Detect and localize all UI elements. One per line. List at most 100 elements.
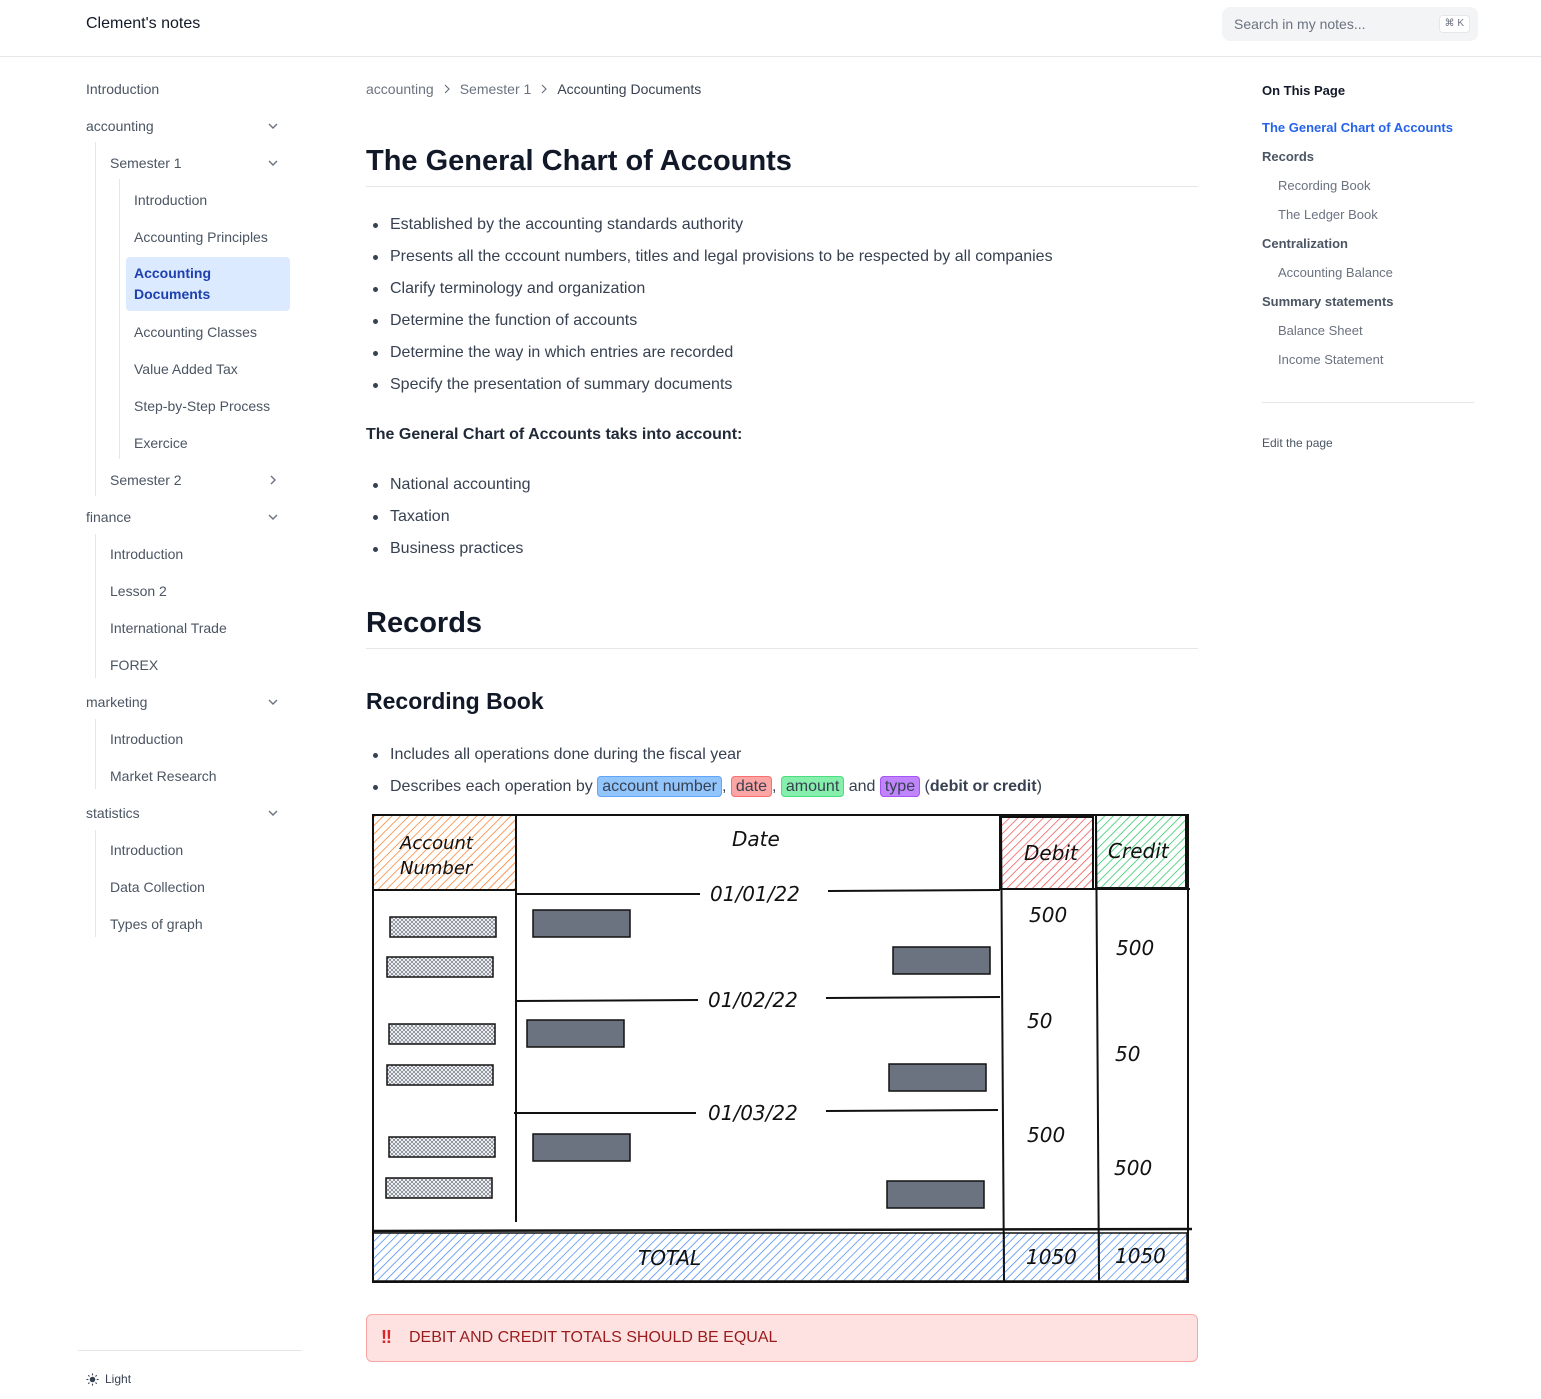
sidebar-item-accounting-documents[interactable]: Accounting Documents [126, 257, 290, 311]
sketch-debit-1: 500 [1029, 903, 1067, 927]
sun-icon [86, 1372, 99, 1386]
sidebar-item-introduction[interactable]: Introduction [86, 79, 159, 100]
text-segment: Describes each operation by [390, 778, 598, 795]
sidebar-item-data-collection[interactable]: Data Collection [110, 877, 205, 898]
sidebar-item-acc-introduction[interactable]: Introduction [134, 190, 207, 211]
list-item: Determine the function of accounts [366, 305, 1053, 337]
sketch-debit-2: 50 [1027, 1009, 1052, 1033]
toc-link-summary-statements[interactable]: Summary statements [1262, 293, 1394, 311]
warning-text: DEBIT AND CREDIT TOTALS SHOULD BE EQUAL [409, 1329, 778, 1346]
list-item: Taxation [366, 501, 531, 533]
list-item: Determine the way in which entries are r… [366, 337, 1053, 369]
sidebar-item-label: Accounting Documents [134, 265, 211, 302]
sidebar-item-accounting-principles[interactable]: Accounting Principles [134, 227, 268, 248]
toc-link-records[interactable]: Records [1262, 148, 1314, 166]
sidebar-item-types-of-graph[interactable]: Types of graph [110, 914, 203, 935]
sidebar-item-step-by-step[interactable]: Step-by-Step Process [134, 396, 270, 417]
sidebar-item-fin-introduction[interactable]: Introduction [110, 544, 183, 565]
section-heading-records: Records [366, 607, 1198, 649]
tag-type: type [879, 776, 921, 797]
tag-account-number: account number [597, 776, 722, 797]
site-title[interactable]: Clement's notes [86, 15, 200, 33]
sidebar-footer-divider [78, 1350, 302, 1351]
sketch-header-number: Number [400, 858, 474, 879]
sketch-header-debit: Debit [1024, 841, 1079, 865]
chevron-down-icon[interactable] [266, 806, 280, 820]
toc-divider [1262, 402, 1474, 403]
sidebar-item-lesson-2[interactable]: Lesson 2 [110, 581, 167, 602]
sketch-date-3: 01/03/22 [708, 1101, 798, 1125]
sketch-header-date: Date [732, 827, 780, 851]
list-item: Business practices [366, 533, 531, 565]
list-item: Describes each operation by account numb… [366, 771, 1042, 803]
chevron-down-icon[interactable] [266, 156, 280, 170]
chevron-right-icon [541, 84, 548, 94]
list-item: Specify the presentation of summary docu… [366, 369, 1053, 401]
toc-link-recording-book[interactable]: Recording Book [1278, 177, 1371, 195]
chevron-down-icon[interactable] [266, 510, 280, 524]
sketch-total-debit: 1050 [1026, 1245, 1077, 1269]
sidebar: Introduction accounting Semester 1 Intro… [78, 57, 302, 1399]
list-item: Established by the accounting standards … [366, 209, 1053, 241]
search-input[interactable]: Search in my notes... ⌘ K [1222, 7, 1478, 41]
sidebar-item-accounting[interactable]: accounting [86, 116, 154, 137]
top-bar: Clement's notes Search in my notes... ⌘ … [0, 0, 1541, 57]
toc-link-accounting-balance[interactable]: Accounting Balance [1278, 264, 1393, 282]
sidebar-item-statistics[interactable]: statistics [86, 803, 140, 824]
sketch-credit-1: 500 [1116, 936, 1154, 960]
sidebar-item-forex[interactable]: FOREX [110, 655, 158, 676]
warning-callout: ‼ DEBIT AND CREDIT TOTALS SHOULD BE EQUA… [366, 1314, 1198, 1362]
nav-guide-line [95, 142, 96, 496]
tag-date: date [730, 776, 772, 797]
sidebar-item-value-added-tax[interactable]: Value Added Tax [134, 359, 238, 380]
subsection-heading-recording-book: Recording Book [366, 688, 544, 714]
sketch-total-credit: 1050 [1115, 1244, 1166, 1268]
toc-link-centralization[interactable]: Centralization [1262, 235, 1348, 253]
toc-title: On This Page [1262, 83, 1346, 98]
chevron-down-icon[interactable] [266, 695, 280, 709]
bullet-list: Includes all operations done during the … [366, 739, 1042, 803]
text-segment: ( [920, 778, 930, 795]
sidebar-item-international-trade[interactable]: International Trade [110, 618, 227, 639]
list-item: Presents all the cccount numbers, titles… [366, 241, 1053, 273]
sketch-credit-3: 500 [1114, 1156, 1152, 1180]
breadcrumb-item[interactable]: Semester 1 [460, 81, 532, 97]
sidebar-item-stat-introduction[interactable]: Introduction [110, 840, 183, 861]
nav-guide-line [95, 830, 96, 937]
sidebar-item-mkt-introduction[interactable]: Introduction [110, 729, 183, 750]
text-segment: and [844, 778, 880, 795]
page-title: The General Chart of Accounts [366, 145, 1198, 187]
chevron-down-icon[interactable] [266, 119, 280, 133]
sketch-header-account: Account [399, 833, 474, 854]
bullet-list: Established by the accounting standards … [366, 209, 1053, 401]
sidebar-item-semester-2[interactable]: Semester 2 [110, 470, 182, 491]
breadcrumb-item[interactable]: accounting [366, 81, 434, 97]
breadcrumb: accounting Semester 1 Accounting Documen… [366, 81, 701, 97]
search-placeholder: Search in my notes... [1234, 16, 1366, 32]
toc-link-general-chart[interactable]: The General Chart of Accounts [1262, 119, 1453, 137]
recording-book-sketch: Account Number Date Debit Credit 01/01/2… [371, 814, 1193, 1283]
sidebar-item-finance[interactable]: finance [86, 507, 131, 528]
toc-link-balance-sheet[interactable]: Balance Sheet [1278, 322, 1363, 340]
text-segment: ) [1036, 778, 1042, 795]
nav-guide-line [95, 534, 96, 678]
sidebar-item-accounting-classes[interactable]: Accounting Classes [134, 322, 257, 343]
toc-link-ledger-book[interactable]: The Ledger Book [1278, 206, 1378, 224]
toc-link-income-statement[interactable]: Income Statement [1278, 351, 1384, 369]
tag-amount: amount [780, 776, 845, 797]
sketch-header-credit: Credit [1108, 839, 1170, 863]
edit-page-link[interactable]: Edit the page [1262, 436, 1333, 450]
sidebar-item-market-research[interactable]: Market Research [110, 766, 217, 787]
sidebar-item-semester-1[interactable]: Semester 1 [110, 153, 182, 174]
sidebar-item-marketing[interactable]: marketing [86, 692, 147, 713]
nav-guide-line [95, 719, 96, 789]
sidebar-item-exercice[interactable]: Exercice [134, 433, 188, 454]
chevron-right-icon[interactable] [266, 473, 280, 487]
bullet-list: National accounting Taxation Business pr… [366, 469, 531, 565]
search-shortcut-badge: ⌘ K [1438, 15, 1470, 33]
text-segment: , [721, 778, 731, 795]
breadcrumb-current: Accounting Documents [557, 81, 702, 97]
theme-toggle[interactable]: Light [86, 1372, 131, 1386]
list-item: Clarify terminology and organization [366, 273, 1053, 305]
nav-guide-line [119, 179, 120, 459]
